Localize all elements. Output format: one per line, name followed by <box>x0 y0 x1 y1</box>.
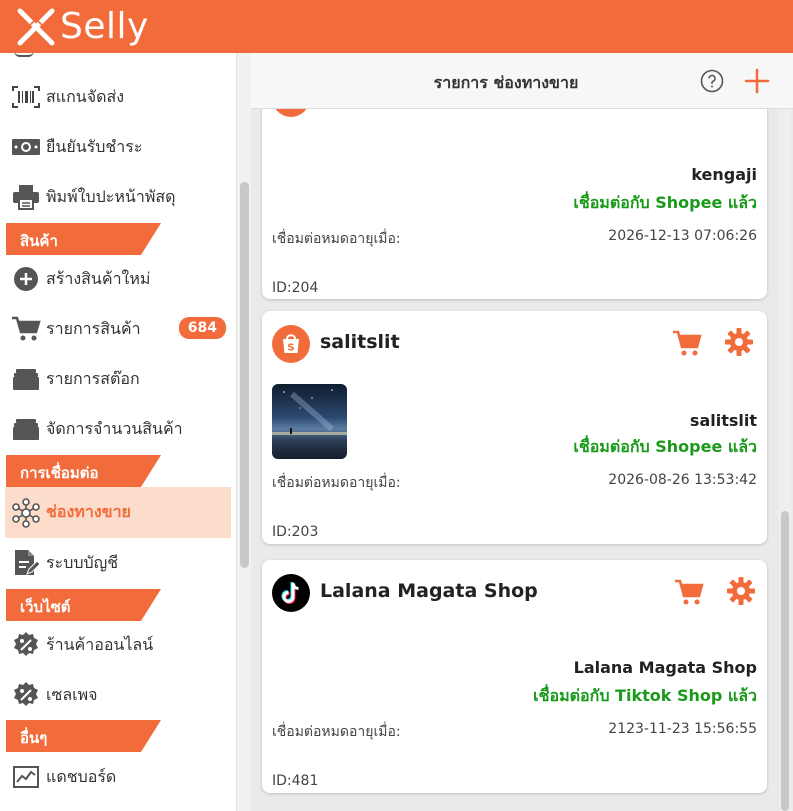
main-header: รายการ ช่องทางขาย <box>251 53 793 109</box>
sidebar-item-label: สร้างสินค้าใหม่ <box>46 268 151 288</box>
gear-icon[interactable] <box>724 327 754 357</box>
sidebar-scrollbar[interactable] <box>237 53 251 811</box>
sidebar-item-label: ร้านค้าออนไลน์ <box>46 634 154 654</box>
sidebar-item-online-store[interactable]: ร้านค้าออนไลน์ <box>0 622 232 668</box>
section-header-connections: การเชื่อมต่อ <box>6 455 161 487</box>
sidebar-item-label: ช่องทางขาย <box>46 502 131 521</box>
expire-label: เชื่อมต่อหมดอายุเมื่อ: <box>272 475 401 491</box>
app-name: Selly <box>60 6 149 47</box>
sidebar-item-label: ยืนยันรับชำระ <box>46 136 143 156</box>
expire-label: เชื่อมต่อหมดอายุเมื่อ: <box>272 231 401 247</box>
sidebar-item-accounting[interactable]: ระบบบัญชี <box>0 540 232 586</box>
channel-card-salitslit[interactable]: S salitslit salitslit เชื่อมต่อกับ Shope… <box>262 311 767 544</box>
main-scrollbar[interactable] <box>779 109 791 811</box>
cart-icon[interactable] <box>674 578 704 606</box>
section-header-others: อื่นๆ <box>6 720 161 752</box>
discount-badge-icon <box>11 630 41 660</box>
cart-icon[interactable] <box>672 329 702 357</box>
channel-card-lalana-magata[interactable]: Lalana Magata Shop Lalana Magata Shop เช… <box>262 560 767 793</box>
printer-icon <box>11 182 41 212</box>
channel-id: ID:203 <box>272 524 319 540</box>
channel-shop-name: Lalana Magata Shop <box>573 658 757 677</box>
sidebar-item-label: จัดการจำนวนสินค้า <box>46 418 183 438</box>
section-header-website: เว็บไซต์ <box>6 589 161 621</box>
sidebar-item-sales-channels[interactable]: ช่องทางขาย <box>5 487 231 538</box>
stack-icon <box>11 414 41 444</box>
sidebar-item-label: รายการสินค้า <box>46 318 141 338</box>
sidebar-item-label: สแกนจัดส่ง <box>46 86 125 106</box>
channel-shop-name: salitslit <box>689 411 757 430</box>
sidebar-item-create-product[interactable]: สร้างสินค้าใหม่ <box>0 256 232 302</box>
network-hub-icon <box>11 497 41 528</box>
shop-thumbnail-image <box>272 384 347 459</box>
document-edit-icon <box>11 548 41 578</box>
sidebar-scrollbar-thumb[interactable] <box>240 182 249 568</box>
logo-x-icon <box>17 8 55 45</box>
plus-circle-icon <box>11 264 41 294</box>
sidebar-item-label: พิมพ์ใบปะหน้าพัสดุ <box>46 186 176 206</box>
sidebar-item-label: เซลเพจ <box>46 684 98 704</box>
expire-value: 2026-12-13 07:06:26 <box>608 228 757 244</box>
app-logo[interactable]: Selly <box>14 0 149 53</box>
cash-icon <box>11 132 41 162</box>
discount-badge-icon <box>11 680 41 710</box>
expire-value: 2123-11-23 15:56:55 <box>608 721 757 737</box>
main-scrollbar-thumb[interactable] <box>781 511 789 811</box>
stack-icon <box>11 364 41 394</box>
page-title: รายการ ช่องทางขาย <box>433 73 579 92</box>
sidebar-item-scan-shipping[interactable]: สแกนจัดส่ง <box>0 74 232 120</box>
sidebar-item-product-list[interactable]: รายการสินค้า 684 <box>0 306 232 352</box>
sidebar-item-stock-list[interactable]: รายการสต๊อก <box>0 356 232 402</box>
sidebar-item-sales-page[interactable]: เซลเพจ <box>0 672 232 718</box>
channel-id: ID:204 <box>272 280 319 296</box>
top-bar: Selly <box>0 0 793 53</box>
channel-title: salitslit <box>320 331 400 353</box>
connection-status: เชื่อมต่อกับ Shopee แล้ว <box>573 437 757 456</box>
sidebar-item-dashboard[interactable]: แดชบอร์ด <box>0 754 232 800</box>
shopee-logo-icon: S <box>272 325 310 363</box>
sidebar: สแกนจัดส่ง ยืนยันรับชำระ พิมพ์ใบปะหน้าพั… <box>0 53 237 811</box>
sidebar-item-label: ระบบบัญชี <box>46 552 119 572</box>
channel-title: Lalana Magata Shop <box>320 580 538 602</box>
connection-status: เชื่อมต่อกับ Tiktok Shop แล้ว <box>533 686 757 705</box>
section-header-products: สินค้า <box>6 223 161 255</box>
add-channel-button[interactable] <box>743 67 771 95</box>
sidebar-item-print-labels[interactable]: พิมพ์ใบปะหน้าพัสดุ <box>0 174 232 220</box>
partial-item-icon <box>14 53 34 57</box>
gear-icon[interactable] <box>726 576 756 606</box>
sidebar-item-label: รายการสต๊อก <box>46 368 140 388</box>
channel-shop-name: kengaji <box>691 165 757 184</box>
expire-value: 2026-08-26 13:53:42 <box>608 472 757 488</box>
cart-icon <box>11 314 41 344</box>
svg-text:S: S <box>287 343 294 354</box>
chart-line-icon <box>11 762 41 792</box>
main-panel: kengaji เชื่อมต่อกับ Shopee แล้ว เชื่อมต… <box>251 53 793 811</box>
product-count-badge: 684 <box>178 317 226 339</box>
help-icon[interactable] <box>700 69 724 93</box>
expire-label: เชื่อมต่อหมดอายุเมื่อ: <box>272 724 401 740</box>
connection-status: เชื่อมต่อกับ Shopee แล้ว <box>573 193 757 212</box>
sidebar-item-confirm-payment[interactable]: ยืนยันรับชำระ <box>0 124 232 170</box>
barcode-scan-icon <box>11 82 41 112</box>
tiktok-logo-icon <box>272 574 310 612</box>
channel-id: ID:481 <box>272 773 319 789</box>
sidebar-item-label: แดชบอร์ด <box>46 766 117 786</box>
sidebar-item-manage-quantity[interactable]: จัดการจำนวนสินค้า <box>0 406 232 452</box>
